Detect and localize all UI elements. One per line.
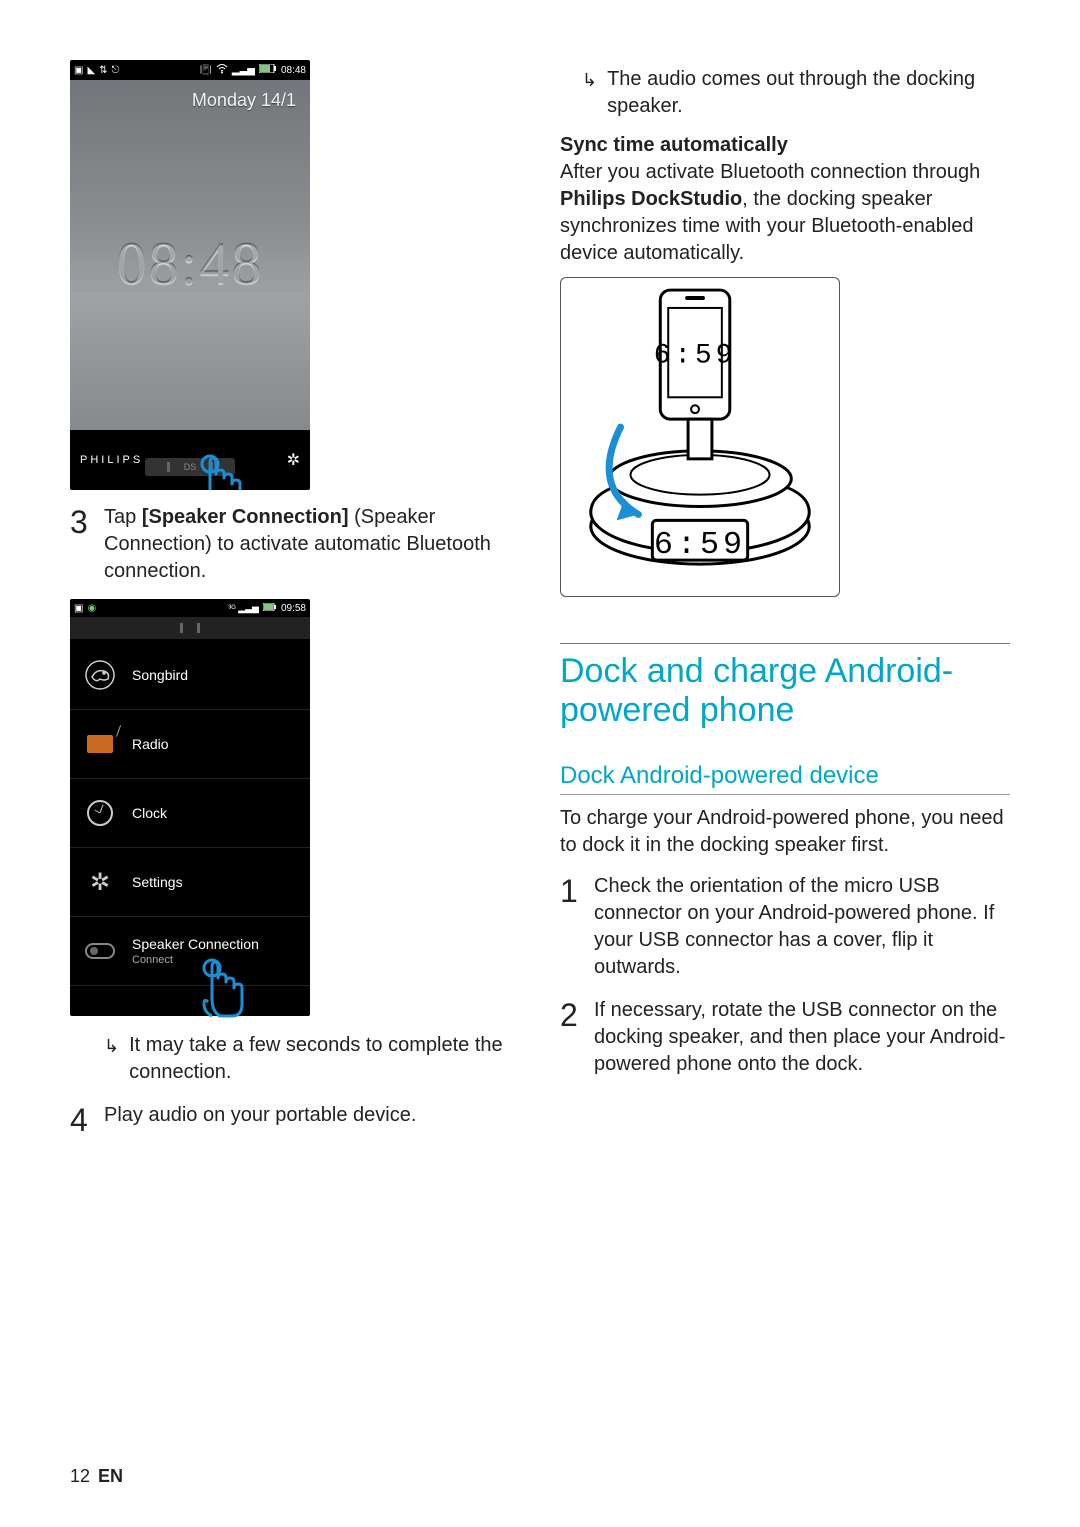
- status-bar: ▣ ◣ ⇅ ⎋ 📳 ▂▃▅ 08:48: [70, 60, 310, 80]
- result-note: ↳ It may take a few seconds to complete …: [104, 1032, 520, 1086]
- step-text: Check the orientation of the micro USB c…: [594, 873, 1010, 981]
- battery-icon: [263, 603, 277, 614]
- step-4: 4 Play audio on your portable device.: [70, 1102, 520, 1136]
- lockscreen-clock: 08:48: [70, 230, 310, 299]
- battery-icon: [259, 64, 277, 76]
- page-footer: 12 EN: [70, 1466, 123, 1487]
- menu-item-settings[interactable]: ✲ Settings: [70, 848, 310, 917]
- step-number: 2: [560, 997, 582, 1031]
- notification-icon: ⎋: [112, 65, 120, 76]
- menu-item-songbird[interactable]: Songbird: [70, 641, 310, 710]
- result-note: ↳ The audio comes out through the dockin…: [582, 66, 1010, 120]
- checkbox-icon: ▣: [74, 65, 83, 76]
- step-number: 1: [560, 873, 582, 907]
- gear-icon: ✲: [287, 450, 300, 470]
- step-2: 2 If necessary, rotate the USB connector…: [560, 997, 1010, 1078]
- phone-lockscreen-illustration: ▣ ◣ ⇅ ⎋ 📳 ▂▃▅ 08:48 Monday 14: [70, 60, 310, 490]
- step-text: Play audio on your portable device.: [104, 1102, 520, 1129]
- signal-3g-icon: ³ᴳ ▂▃▅: [228, 603, 259, 614]
- manual-page: ▣ ◣ ⇅ ⎋ 📳 ▂▃▅ 08:48 Monday 14: [0, 0, 1080, 1527]
- brand-logo: PHILIPS: [80, 454, 143, 466]
- menu-item-radio[interactable]: Radio: [70, 710, 310, 779]
- status-clock: 09:58: [281, 603, 306, 614]
- phone-time-display: 6:59: [654, 341, 737, 372]
- menu-label: Radio: [132, 736, 169, 752]
- sync-time-body: After you activate Bluetooth connection …: [560, 159, 1010, 267]
- status-clock: 08:48: [281, 65, 306, 76]
- sync-icon: ⇅: [99, 65, 107, 76]
- wifi-icon: [216, 64, 228, 77]
- songbird-icon: [82, 657, 118, 693]
- result-arrow-icon: ↳: [582, 66, 597, 93]
- menu-item-clock[interactable]: Clock: [70, 779, 310, 848]
- menu-label: Settings: [132, 874, 183, 890]
- menu-label: Clock: [132, 805, 167, 821]
- sync-time-heading: Sync time automatically: [560, 134, 1010, 157]
- tap-gesture-icon: [190, 954, 250, 1034]
- step-number: 3: [70, 504, 92, 538]
- step-3: 3 Tap [Speaker Connection] (Speaker Conn…: [70, 504, 520, 585]
- dock-sync-illustration: 6:59 6:59: [560, 277, 840, 597]
- vibrate-icon: 📳: [199, 65, 211, 76]
- intro-paragraph: To charge your Android-powered phone, yo…: [560, 805, 1010, 859]
- section-heading-dock-charge: Dock and charge Android-powered phone: [560, 643, 1010, 730]
- gear-icon: ✲: [82, 864, 118, 900]
- app-icon: ◣: [87, 65, 95, 76]
- language-code: EN: [98, 1466, 123, 1487]
- radio-icon: [82, 726, 118, 762]
- left-column: ▣ ◣ ⇅ ⎋ 📳 ▂▃▅ 08:48 Monday 14: [70, 60, 520, 1487]
- lockscreen-date: Monday 14/1: [192, 90, 296, 111]
- step-number: 4: [70, 1102, 92, 1136]
- subsection-heading-dock-device: Dock Android-powered device: [560, 762, 1010, 795]
- clock-icon: [82, 795, 118, 831]
- result-arrow-icon: ↳: [104, 1032, 119, 1059]
- tap-gesture-icon: [188, 450, 248, 490]
- app-icon: ◉: [87, 603, 96, 614]
- step-text: Tap [Speaker Connection] (Speaker Connec…: [104, 504, 520, 585]
- checkbox-icon: ▣: [74, 603, 83, 614]
- page-number: 12: [70, 1466, 90, 1487]
- signal-icon: ▂▃▅: [232, 65, 255, 76]
- step-1: 1 Check the orientation of the micro USB…: [560, 873, 1010, 981]
- top-dock-strip: [70, 617, 310, 639]
- phone-menu-illustration: ▣ ◉ ³ᴳ ▂▃▅ 09:58: [70, 599, 310, 1016]
- step-text: If necessary, rotate the USB connector o…: [594, 997, 1010, 1078]
- right-column: ↳ The audio comes out through the dockin…: [560, 60, 1010, 1487]
- menu-label: Songbird: [132, 667, 188, 683]
- dock-time-display: 6:59: [654, 527, 746, 563]
- status-bar: ▣ ◉ ³ᴳ ▂▃▅ 09:58: [70, 599, 310, 617]
- speaker-icon: [82, 933, 118, 969]
